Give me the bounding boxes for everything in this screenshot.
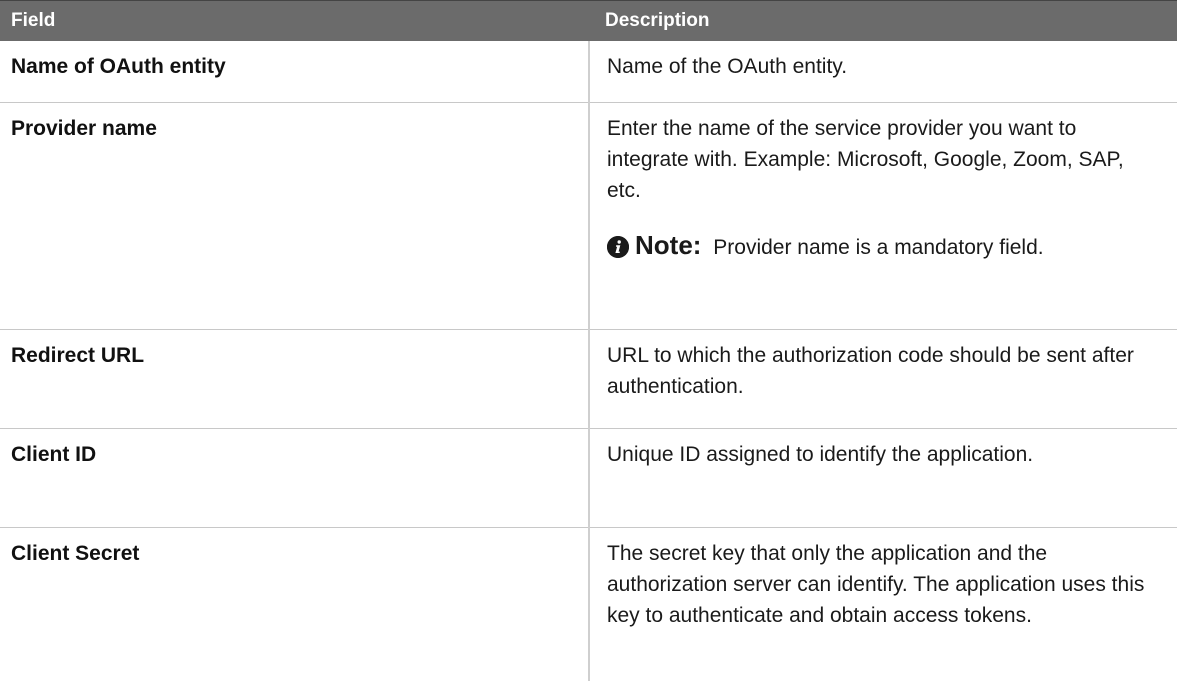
oauth-fields-table: Field Description Name of OAuth entity N…	[0, 0, 1177, 681]
note-callout: Note: Provider name is a mandatory field…	[607, 230, 1153, 263]
table-header: Field Description	[0, 1, 1177, 42]
note-label: Note:	[635, 230, 701, 260]
table-row: Client ID Unique ID assigned to identify…	[0, 429, 1177, 528]
description-text: Enter the name of the service provider y…	[607, 113, 1153, 206]
table-row: Provider name Enter the name of the serv…	[0, 103, 1177, 330]
field-description-cell: Unique ID assigned to identify the appli…	[589, 429, 1177, 528]
header-row: Field Description	[0, 1, 1177, 42]
table-row: Client Secret The secret key that only t…	[0, 528, 1177, 681]
table-row: Name of OAuth entity Name of the OAuth e…	[0, 41, 1177, 103]
field-column-header: Field	[0, 1, 589, 42]
field-description-cell: Enter the name of the service provider y…	[589, 103, 1177, 330]
field-name-cell: Name of OAuth entity	[0, 41, 589, 103]
field-name-cell: Provider name	[0, 103, 589, 330]
field-name-cell: Client ID	[0, 429, 589, 528]
note-text: Provider name is a mandatory field.	[713, 236, 1043, 259]
description-column-header: Description	[589, 1, 1177, 42]
field-description-cell: URL to which the authorization code shou…	[589, 330, 1177, 429]
info-icon	[607, 236, 629, 258]
field-name-cell: Client Secret	[0, 528, 589, 681]
field-description-cell: The secret key that only the application…	[589, 528, 1177, 681]
table-body: Name of OAuth entity Name of the OAuth e…	[0, 41, 1177, 681]
field-name-cell: Redirect URL	[0, 330, 589, 429]
table-row: Redirect URL URL to which the authorizat…	[0, 330, 1177, 429]
field-description-cell: Name of the OAuth entity.	[589, 41, 1177, 103]
